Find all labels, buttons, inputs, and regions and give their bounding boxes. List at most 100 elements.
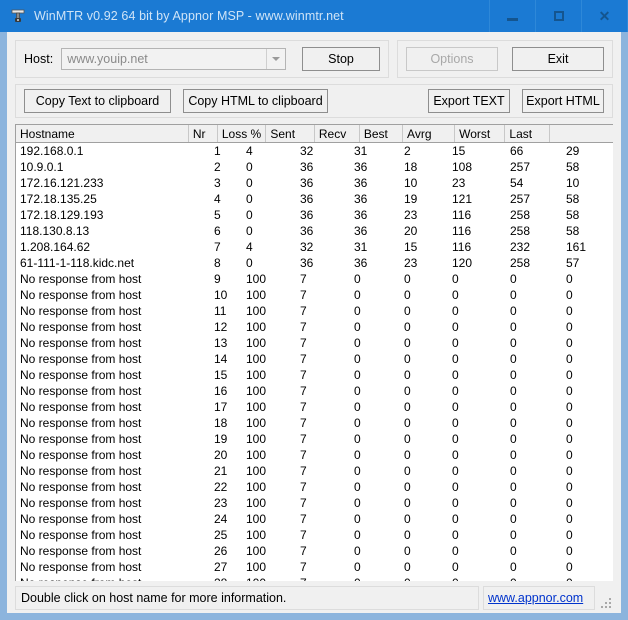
- trace-table[interactable]: Hostname Nr Loss % Sent Recv Best Avrg Worst Las…: [15, 124, 613, 581]
- column-header-worst[interactable]: Worst: [455, 125, 506, 142]
- cell-avrg: 0: [452, 480, 459, 494]
- table-row[interactable]: No response from host 20 100 7 0 0 0 0 0: [16, 447, 613, 463]
- close-button[interactable]: ✕: [581, 0, 628, 32]
- table-row[interactable]: 192.168.0.1 1 4 32 31 2 15 66 29: [16, 143, 613, 159]
- table-row[interactable]: No response from host 23 100 7 0 0 0 0 0: [16, 495, 613, 511]
- table-row[interactable]: 172.16.121.233 3 0 36 36 10 23 54 10: [16, 175, 613, 191]
- resize-grip-icon[interactable]: [599, 586, 613, 610]
- cell-worst: 257: [510, 192, 531, 206]
- cell-nr: 9: [214, 272, 221, 286]
- cell-worst: 0: [510, 432, 517, 446]
- table-row[interactable]: No response from host 25 100 7 0 0 0 0 0: [16, 527, 613, 543]
- table-row[interactable]: No response from host 24 100 7 0 0 0 0 0: [16, 511, 613, 527]
- cell-loss: 100: [246, 320, 267, 334]
- close-icon: ✕: [598, 8, 611, 24]
- title-bar[interactable]: WinMTR v0.92 64 bit by Appnor MSP - www.…: [0, 0, 628, 32]
- table-row[interactable]: 172.18.135.25 4 0 36 36 19 121 257 58: [16, 191, 613, 207]
- cell-nr: 7: [214, 240, 221, 254]
- table-row[interactable]: No response from host 12 100 7 0 0 0 0 0: [16, 319, 613, 335]
- table-row[interactable]: No response from host 11 100 7 0 0 0 0 0: [16, 303, 613, 319]
- table-row[interactable]: No response from host 22 100 7 0 0 0 0 0: [16, 479, 613, 495]
- cell-sent: 36: [300, 176, 314, 190]
- exit-button[interactable]: Exit: [512, 47, 604, 71]
- cell-best: 0: [404, 448, 411, 462]
- cell-sent: 7: [300, 528, 307, 542]
- maximize-button[interactable]: [535, 0, 581, 32]
- table-row[interactable]: No response from host28100700000: [16, 575, 613, 581]
- cell-best: 19: [404, 192, 418, 206]
- cell-loss: 4: [246, 240, 253, 254]
- table-row[interactable]: 10.9.0.1 2 0 36 36 18 108 257 58: [16, 159, 613, 175]
- cell-worst: 257: [510, 160, 531, 174]
- cell-nr: 26: [214, 544, 228, 558]
- cell-worst: 0: [510, 560, 517, 574]
- status-link-panel[interactable]: www.appnor.com: [483, 586, 595, 610]
- cell-recv: 36: [354, 208, 368, 222]
- cell-loss: 100: [246, 432, 267, 446]
- table-row[interactable]: No response from host 15 100 7 0 0 0 0 0: [16, 367, 613, 383]
- cell-avrg: 0: [452, 528, 459, 542]
- table-row[interactable]: No response from host 18 100 7 0 0 0 0 0: [16, 415, 613, 431]
- table-row[interactable]: No response from host 16 100 7 0 0 0 0 0: [16, 383, 613, 399]
- cell-loss: 0: [246, 208, 253, 222]
- table-row[interactable]: No response from host 27 100 7 0 0 0 0 0: [16, 559, 613, 575]
- cell-avrg: 0: [452, 304, 459, 318]
- minimize-button[interactable]: [489, 0, 535, 32]
- cell-loss: 100: [246, 416, 267, 430]
- host-dropdown-button[interactable]: [266, 49, 285, 69]
- cell-recv: 0: [354, 544, 361, 558]
- cell-sent: 32: [300, 144, 314, 158]
- cell-recv: 36: [354, 160, 368, 174]
- table-row[interactable]: No response from host 21 100 7 0 0 0 0 0: [16, 463, 613, 479]
- table-row[interactable]: No response from host 9 100 7 0 0 0 0 0: [16, 271, 613, 287]
- host-input[interactable]: www.youip.net: [62, 52, 266, 66]
- cell-recv: 36: [354, 176, 368, 190]
- cell-nr: 19: [214, 432, 228, 446]
- cell-loss: 100: [242, 575, 296, 581]
- table-row[interactable]: 1.208.164.62 7 4 32 31 15 116 232 161: [16, 239, 613, 255]
- table-row[interactable]: No response from host 14 100 7 0 0 0 0 0: [16, 351, 613, 367]
- column-header-best[interactable]: Best: [359, 125, 404, 142]
- cell-nr: 5: [214, 208, 221, 222]
- cell-last: 0: [566, 448, 573, 462]
- cell-best: 23: [404, 208, 418, 222]
- cell-sent: 7: [300, 368, 307, 382]
- table-row[interactable]: 61-111-1-118.kidc.net 8 0 36 36 23 120 258 57: [16, 255, 613, 271]
- column-header-recv[interactable]: Recv: [314, 125, 360, 142]
- status-hint-panel: Double click on host name for more infor…: [15, 586, 479, 610]
- table-row[interactable]: No response from host 26 100 7 0 0 0 0 0: [16, 543, 613, 559]
- appnor-link[interactable]: www.appnor.com: [488, 591, 583, 605]
- copy-text-button[interactable]: Copy Text to clipboard: [24, 89, 171, 113]
- cell-last: 0: [566, 480, 573, 494]
- stop-button[interactable]: Stop: [302, 47, 380, 71]
- table-row[interactable]: No response from host 17 100 7 0 0 0 0 0: [16, 399, 613, 415]
- cell-worst: 0: [510, 320, 517, 334]
- column-header-filler[interactable]: [550, 125, 613, 142]
- export-html-button[interactable]: Export HTML: [522, 89, 604, 113]
- export-text-button[interactable]: Export TEXT: [428, 89, 510, 113]
- column-header-loss[interactable]: Loss %: [217, 125, 267, 142]
- table-row[interactable]: No response from host 10 100 7 0 0 0 0 0: [16, 287, 613, 303]
- host-combobox[interactable]: www.youip.net: [61, 48, 286, 70]
- column-header-nr[interactable]: Nr: [188, 125, 218, 142]
- copy-html-button[interactable]: Copy HTML to clipboard: [183, 89, 328, 113]
- cell-nr: 22: [214, 480, 228, 494]
- table-row[interactable]: No response from host 13 100 7 0 0 0 0 0: [16, 335, 613, 351]
- cell-last: 0: [566, 304, 573, 318]
- column-header-last[interactable]: Last: [505, 125, 551, 142]
- options-button[interactable]: Options: [406, 47, 498, 71]
- cell-recv: 0: [354, 496, 361, 510]
- cell-nr: 24: [214, 512, 228, 526]
- cell-loss: 4: [246, 144, 253, 158]
- cell-last: 0: [566, 416, 573, 430]
- cell-hostname: 10.9.0.1: [20, 160, 64, 174]
- column-header-sent[interactable]: Sent: [266, 125, 315, 142]
- table-row[interactable]: 118.130.8.13 6 0 36 36 20 116 258 58: [16, 223, 613, 239]
- table-row[interactable]: No response from host 19 100 7 0 0 0 0 0: [16, 431, 613, 447]
- column-header-hostname[interactable]: Hostname: [16, 125, 189, 142]
- table-row[interactable]: 172.18.129.193 5 0 36 36 23 116 258 58: [16, 207, 613, 223]
- cell-last: 0: [566, 544, 573, 558]
- cell-loss: 100: [246, 304, 267, 318]
- column-header-avrg[interactable]: Avrg: [403, 125, 456, 142]
- cell-avrg: 0: [452, 432, 459, 446]
